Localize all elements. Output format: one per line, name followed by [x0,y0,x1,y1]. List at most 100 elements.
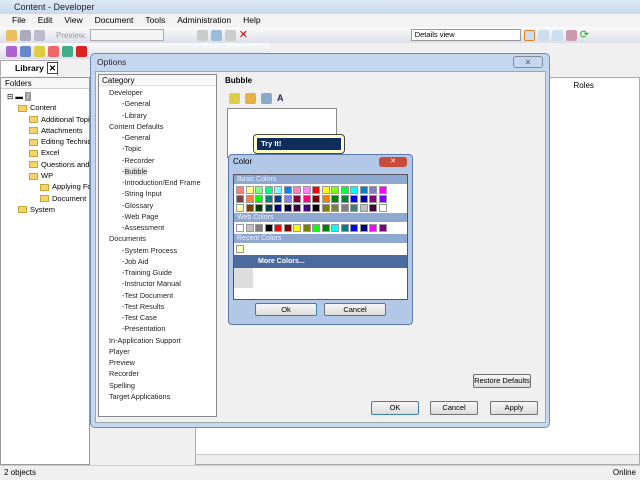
color-swatch[interactable] [312,195,320,203]
color-swatch[interactable] [293,204,301,212]
color-swatch[interactable] [264,204,273,212]
color-swatch[interactable] [283,195,292,203]
cut-icon[interactable] [196,29,208,41]
color-swatch[interactable] [255,186,263,194]
delete-icon[interactable]: ✕ [239,29,250,41]
color-swatch[interactable] [274,224,282,232]
color-swatch[interactable] [369,186,377,194]
color-swatch[interactable] [245,224,254,232]
save-icon[interactable] [20,29,31,41]
category-item[interactable]: -General [103,98,216,109]
menu-administration[interactable]: Administration [171,14,237,27]
close-button[interactable]: ✕ [513,56,543,68]
color-swatch[interactable] [245,186,254,194]
red-icon[interactable] [76,45,87,57]
view-select[interactable]: Details view [410,29,521,41]
color-swatch[interactable] [340,186,349,194]
color-swatch[interactable] [264,195,273,203]
color-swatch[interactable] [255,195,263,203]
horizontal-scrollbar[interactable] [196,454,639,464]
color-swatch[interactable] [236,186,244,194]
category-item[interactable]: Player [103,346,216,357]
color-swatch[interactable] [369,195,377,203]
color-swatch[interactable] [264,186,273,194]
color-swatch[interactable] [340,195,349,203]
cancel-button[interactable]: Cancel [430,401,478,415]
category-item[interactable]: -Presentation [103,323,216,334]
ok-button[interactable]: Ok [255,303,317,316]
color-swatch[interactable] [321,186,330,194]
close-icon[interactable]: ✕ [46,62,58,74]
color-swatch[interactable] [236,195,244,203]
tree-item[interactable]: Editing Techniques [7,136,104,147]
publish-icon[interactable] [62,45,73,57]
color-swatch[interactable] [378,204,387,212]
close-button[interactable]: ✕ [379,157,407,167]
category-item[interactable]: -Test Case [103,312,216,323]
category-item[interactable]: Preview [103,357,216,368]
menu-tools[interactable]: Tools [139,14,171,27]
category-item[interactable]: -Web Page [103,211,216,222]
tree-item[interactable]: Questions and Answers [7,159,120,170]
color-swatch[interactable] [331,204,339,212]
ok-button[interactable]: OK [371,401,419,415]
color-swatch[interactable] [302,224,311,232]
category-item[interactable]: In-Application Support [103,335,216,346]
column-header-roles[interactable]: Roles [573,80,593,92]
color-swatch[interactable] [283,224,292,232]
category-item[interactable]: -Assessment [103,222,216,233]
category-item[interactable]: -Job Aid [103,256,216,267]
category-item[interactable]: Target Applications [103,391,216,402]
color-swatch[interactable] [293,186,301,194]
color-swatch[interactable] [312,224,320,232]
category-item[interactable]: Spelling [103,380,216,391]
tree-item[interactable]: Attachments [7,125,89,136]
paste-icon[interactable] [224,29,236,41]
color-swatch[interactable] [321,204,330,212]
tab-library[interactable]: Library ✕ [0,60,58,76]
color-swatch[interactable] [331,186,339,194]
category-item[interactable]: -Glossary [103,200,216,211]
tree-item[interactable]: Content [7,102,89,113]
print-icon[interactable] [34,29,45,41]
category-item[interactable]: -Test Document [103,290,216,301]
restore-defaults-button[interactable]: Restore Defaults [473,374,531,388]
color-swatch[interactable] [378,195,387,203]
details-view-icon[interactable] [523,29,535,41]
pointer-icon[interactable] [245,93,256,104]
color-swatch[interactable] [331,195,339,203]
color-swatch[interactable] [245,204,254,212]
color-swatch[interactable] [302,186,311,194]
color-swatch[interactable] [255,204,263,212]
refresh-icon[interactable]: ⟳ [580,29,591,41]
record-icon[interactable] [48,45,59,57]
menu-edit[interactable]: Edit [32,14,59,27]
color-swatch[interactable] [359,186,368,194]
color-swatch[interactable] [359,224,368,232]
category-item[interactable]: -Library [103,110,216,121]
cancel-button[interactable]: Cancel [324,303,386,316]
color-swatch[interactable] [302,204,311,212]
open-icon[interactable] [6,29,17,41]
color-swatch[interactable] [274,204,282,212]
color-swatch[interactable] [274,195,282,203]
category-item[interactable]: -System Process [103,245,216,256]
menu-document[interactable]: Document [89,14,140,27]
color-swatch[interactable] [293,224,301,232]
tree-item[interactable]: Excel [7,147,89,158]
color-swatch[interactable] [359,195,368,203]
category-item[interactable]: Documents [103,233,216,244]
category-item[interactable]: -String Input [103,188,216,199]
color-swatch[interactable] [350,204,358,212]
color-swatch[interactable] [312,204,320,212]
category-item[interactable]: -Training Guide [103,267,216,278]
color-swatch[interactable] [369,224,377,232]
split-view-icon[interactable] [551,29,563,41]
new-module-icon[interactable] [6,45,17,57]
font-icon[interactable]: A [277,93,284,104]
new-topic-icon[interactable] [34,45,45,57]
fill-color-icon[interactable] [261,93,272,104]
tree-item[interactable]: Document [7,193,89,204]
more-colors-item[interactable]: More Colors... [234,255,407,268]
color-swatch[interactable] [359,204,368,212]
